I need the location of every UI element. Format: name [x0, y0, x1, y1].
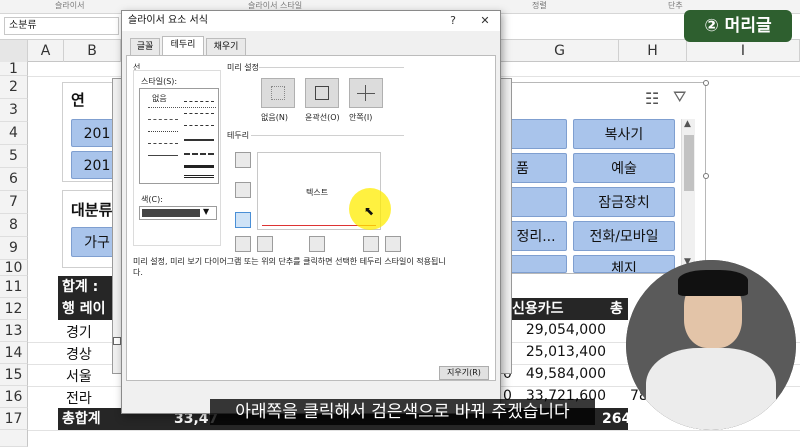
dialog-title-bar[interactable]: 슬라이서 요소 서식 ? ✕ [122, 11, 500, 31]
pivot-col-header-card: 신용카드 [512, 301, 564, 317]
column-header-i[interactable]: I [687, 40, 800, 62]
row-header-13[interactable]: 13 [0, 320, 28, 342]
slicer-sub-item[interactable]: 전화/모바일 [573, 221, 675, 251]
preset-none-button[interactable] [261, 78, 295, 108]
row-header-9[interactable]: 9 [0, 237, 28, 260]
divider [251, 135, 404, 136]
tab-fill[interactable]: 채우기 [206, 38, 246, 55]
pivot-row-label: 경기 [66, 325, 92, 341]
pivot-cell: 25,013,400 [525, 344, 606, 360]
background-dialog-checkbox[interactable] [113, 337, 121, 345]
border-center-button[interactable] [309, 236, 325, 252]
row-header-5[interactable]: 5 [0, 145, 28, 168]
border-diagonal-down-button[interactable] [385, 236, 401, 252]
preset-section-label: 미리 설정 [227, 63, 259, 72]
slicer-sub-item[interactable] [505, 119, 567, 149]
slicer-sub-item[interactable]: 예술 [573, 153, 675, 183]
divider [259, 67, 404, 68]
slicer-sub-item[interactable]: 품 [505, 153, 567, 183]
border-tab-panel: 선 스타일(S): 없음 색(C): ▼ 미리 설정 없음(N) 윤곽선(O) … [126, 55, 496, 381]
scrollbar-thumb[interactable] [684, 135, 694, 191]
pivot-row-label-header[interactable]: 행 레이 [62, 298, 106, 320]
resize-handle[interactable] [703, 80, 709, 86]
row-header-1[interactable]: 1 [0, 62, 28, 76]
mouse-cursor-icon: ⬉ [364, 204, 375, 218]
preset-inside-label: 안쪽(I) [349, 113, 373, 122]
section-badge: ② 머리글 [684, 10, 792, 42]
border-top-button[interactable] [235, 152, 251, 168]
clear-button[interactable]: 지우기(R) [439, 366, 489, 380]
presenter-shirt [646, 348, 776, 430]
preview-text: 텍스트 [306, 188, 329, 197]
row-header-10[interactable]: 10 [0, 260, 28, 276]
column-header-g[interactable]: G [501, 40, 619, 62]
slicer-sub-item[interactable]: 정리... [505, 221, 567, 251]
scroll-up-icon[interactable]: ▲ [684, 119, 691, 129]
row-header-4[interactable]: 4 [0, 122, 28, 145]
pivot-total-label: 총합계 [62, 411, 101, 427]
resize-handle[interactable] [703, 173, 709, 179]
presenter-webcam [626, 260, 796, 430]
video-subtitle: 아래쪽을 클릭해서 검은색으로 바꿔 주겠습니다 [210, 399, 595, 425]
pivot-row-label: 서울 [66, 369, 92, 385]
row-header-3[interactable]: 3 [0, 99, 28, 122]
close-icon[interactable]: ✕ [472, 11, 498, 31]
row-header-17[interactable]: 17 [0, 408, 28, 430]
presenter-hair [678, 270, 748, 296]
multi-select-icon[interactable]: ☷ [645, 89, 659, 108]
ribbon-group-button: 단추 [668, 1, 683, 10]
border-right-button[interactable] [363, 236, 379, 252]
preset-none-icon [271, 86, 285, 100]
border-section-label: 테두리 [227, 131, 250, 140]
preset-outline-icon [315, 86, 329, 100]
slicer-sub-item[interactable] [505, 255, 567, 273]
slicer-sub-item[interactable]: 잠금장치 [573, 187, 675, 217]
row-header-15[interactable]: 15 [0, 364, 28, 386]
row-header-6[interactable]: 6 [0, 168, 28, 191]
format-slicer-element-dialog: 슬라이서 요소 서식 ? ✕ 글꼴 테두리 채우기 선 스타일(S): 없음 색… [121, 10, 501, 414]
slicer-sub-item[interactable] [505, 187, 567, 217]
row-header-11[interactable]: 11 [0, 276, 28, 298]
row-header-16[interactable]: 16 [0, 386, 28, 408]
ribbon-group-arrange: 정렬 [532, 1, 547, 10]
clear-filter-icon[interactable]: ⛛ [673, 87, 686, 107]
gridline [28, 430, 800, 431]
slicer-category-title: 대분류 [71, 201, 113, 219]
border-middle-button[interactable] [235, 182, 251, 198]
select-all-corner[interactable] [0, 40, 28, 62]
slicer-year-title: 연 [71, 91, 85, 109]
row-header-14[interactable]: 14 [0, 342, 28, 364]
preset-none-label: 없음(N) [261, 113, 288, 122]
pivot-row-label: 전라 [66, 391, 92, 407]
pivot-cell: 49,584,000 [525, 366, 606, 382]
column-header-a[interactable]: A [28, 40, 64, 62]
column-header-b[interactable]: B [64, 40, 121, 62]
pivot-row-label: 경상 [66, 347, 92, 363]
tab-font[interactable]: 글꼴 [130, 38, 160, 55]
row-header-7[interactable]: 7 [0, 191, 28, 214]
row-header-12[interactable]: 12 [0, 298, 28, 320]
row-header-18 [0, 430, 28, 447]
column-header-h[interactable]: H [619, 40, 687, 62]
line-group-frame [133, 70, 221, 246]
preset-inside-icon [357, 93, 375, 94]
preset-outline-label: 윤곽선(O) [305, 113, 340, 122]
hint-text: 미리 설정, 미리 보기 다이어그램 또는 위의 단추를 클릭하면 선택한 테두… [133, 257, 446, 277]
row-header-2[interactable]: 2 [0, 76, 28, 99]
border-left-button[interactable] [257, 236, 273, 252]
tab-border[interactable]: 테두리 [162, 36, 204, 55]
pivot-cell: 29,054,000 [525, 322, 606, 338]
border-diagonal-up-button[interactable] [235, 236, 251, 252]
dialog-title: 슬라이서 요소 서식 [128, 15, 208, 26]
preset-outline-button[interactable] [305, 78, 339, 108]
slicer-subcategory[interactable]: ☷ ⛛ 품 정리... 복사기 예술 잠금장치 전화/모바일 체지 ▲ ▼ [500, 82, 706, 274]
help-icon[interactable]: ? [440, 11, 466, 31]
row-header-8[interactable]: 8 [0, 214, 28, 237]
preset-inside-button[interactable] [349, 78, 383, 108]
slicer-sub-item[interactable]: 복사기 [573, 119, 675, 149]
border-bottom-button[interactable] [235, 212, 251, 228]
ribbon-group-slicer: 슬라이서 [55, 1, 85, 10]
slicer-scrollbar[interactable]: ▲ ▼ [681, 119, 695, 271]
name-box[interactable]: 소분류 [4, 17, 119, 35]
